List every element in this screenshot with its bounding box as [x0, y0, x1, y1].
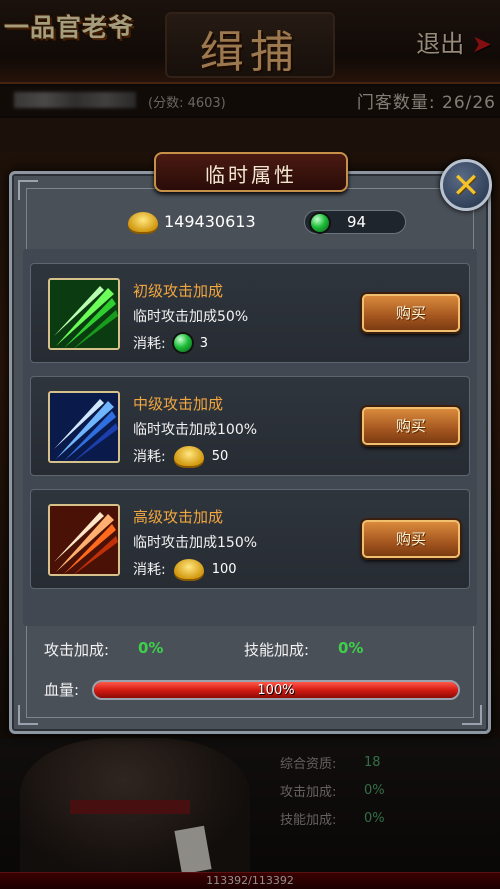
- hp-label: 血量:: [44, 681, 80, 699]
- attack-bonus-value: 0%: [138, 639, 164, 657]
- frame-corner: [18, 705, 38, 725]
- buy-button[interactable]: 购买: [362, 294, 460, 332]
- item-cost: 消耗: 50: [133, 445, 228, 467]
- gold-amount: 149430613: [164, 212, 256, 231]
- close-x-icon: ✕: [451, 166, 481, 206]
- frame-corner: [462, 705, 482, 725]
- cost-label: 消耗:: [133, 562, 166, 578]
- gold-ingot-icon: [173, 559, 204, 579]
- buy-button[interactable]: 购买: [362, 407, 460, 445]
- cost-label: 消耗:: [133, 449, 166, 465]
- item-desc: 临时攻击加成100%: [133, 422, 258, 438]
- frame-corner: [18, 180, 38, 200]
- cost-label: 消耗:: [133, 336, 166, 352]
- temp-attributes-popup: 临时属性 ✕ 149430613 94 初级攻击加成 临时攻击加成50% 消耗:…: [9, 152, 492, 734]
- item-desc: 临时攻击加成150%: [133, 535, 258, 551]
- item-card: 初级攻击加成 临时攻击加成50% 消耗: 3 购买: [30, 263, 470, 363]
- item-card: 高级攻击加成 临时攻击加成150% 消耗: 100 购买: [30, 489, 470, 589]
- blue-slash-icon: [48, 391, 120, 463]
- skill-bonus-label: 技能加成:: [244, 641, 310, 659]
- hp-bar: 100%: [92, 680, 460, 700]
- item-card: 中级攻击加成 临时攻击加成100% 消耗: 50 购买: [30, 376, 470, 476]
- gold-ingot-icon: [128, 212, 158, 232]
- hp-percent-text: 100%: [257, 683, 295, 698]
- cost-value: 50: [211, 448, 229, 464]
- hp-row: 血量: 100%: [32, 679, 462, 701]
- item-name: 高级攻击加成: [133, 508, 224, 526]
- item-cost: 消耗: 100: [133, 558, 237, 580]
- green-slash-icon: [48, 278, 120, 350]
- orange-slash-icon: [48, 504, 120, 576]
- items-panel: 初级攻击加成 临时攻击加成50% 消耗: 3 购买 中级攻击加成 临时攻击加成1…: [23, 249, 477, 626]
- bonus-row: 攻击加成: 0% 技能加成: 0%: [32, 639, 452, 663]
- popup-title: 临时属性: [205, 163, 297, 187]
- green-gem-icon: [173, 334, 192, 352]
- skill-bonus-value: 0%: [338, 639, 364, 657]
- buy-button[interactable]: 购买: [362, 520, 460, 558]
- currency-row: 149430613 94: [12, 208, 488, 236]
- attack-bonus-label: 攻击加成:: [44, 641, 110, 659]
- item-desc: 临时攻击加成50%: [133, 309, 249, 325]
- item-name: 中级攻击加成: [133, 395, 224, 413]
- gold-ingot-icon: [173, 446, 204, 466]
- popup-title-plate: 临时属性: [154, 152, 348, 192]
- cost-value: 100: [211, 561, 237, 577]
- item-name: 初级攻击加成: [133, 282, 224, 300]
- close-button[interactable]: ✕: [440, 159, 492, 211]
- item-cost: 消耗: 3: [133, 332, 208, 354]
- gem-amount: 94: [347, 213, 367, 231]
- cost-value: 3: [199, 335, 208, 351]
- green-gem-icon: [311, 214, 329, 232]
- gem-counter: 94: [304, 210, 406, 234]
